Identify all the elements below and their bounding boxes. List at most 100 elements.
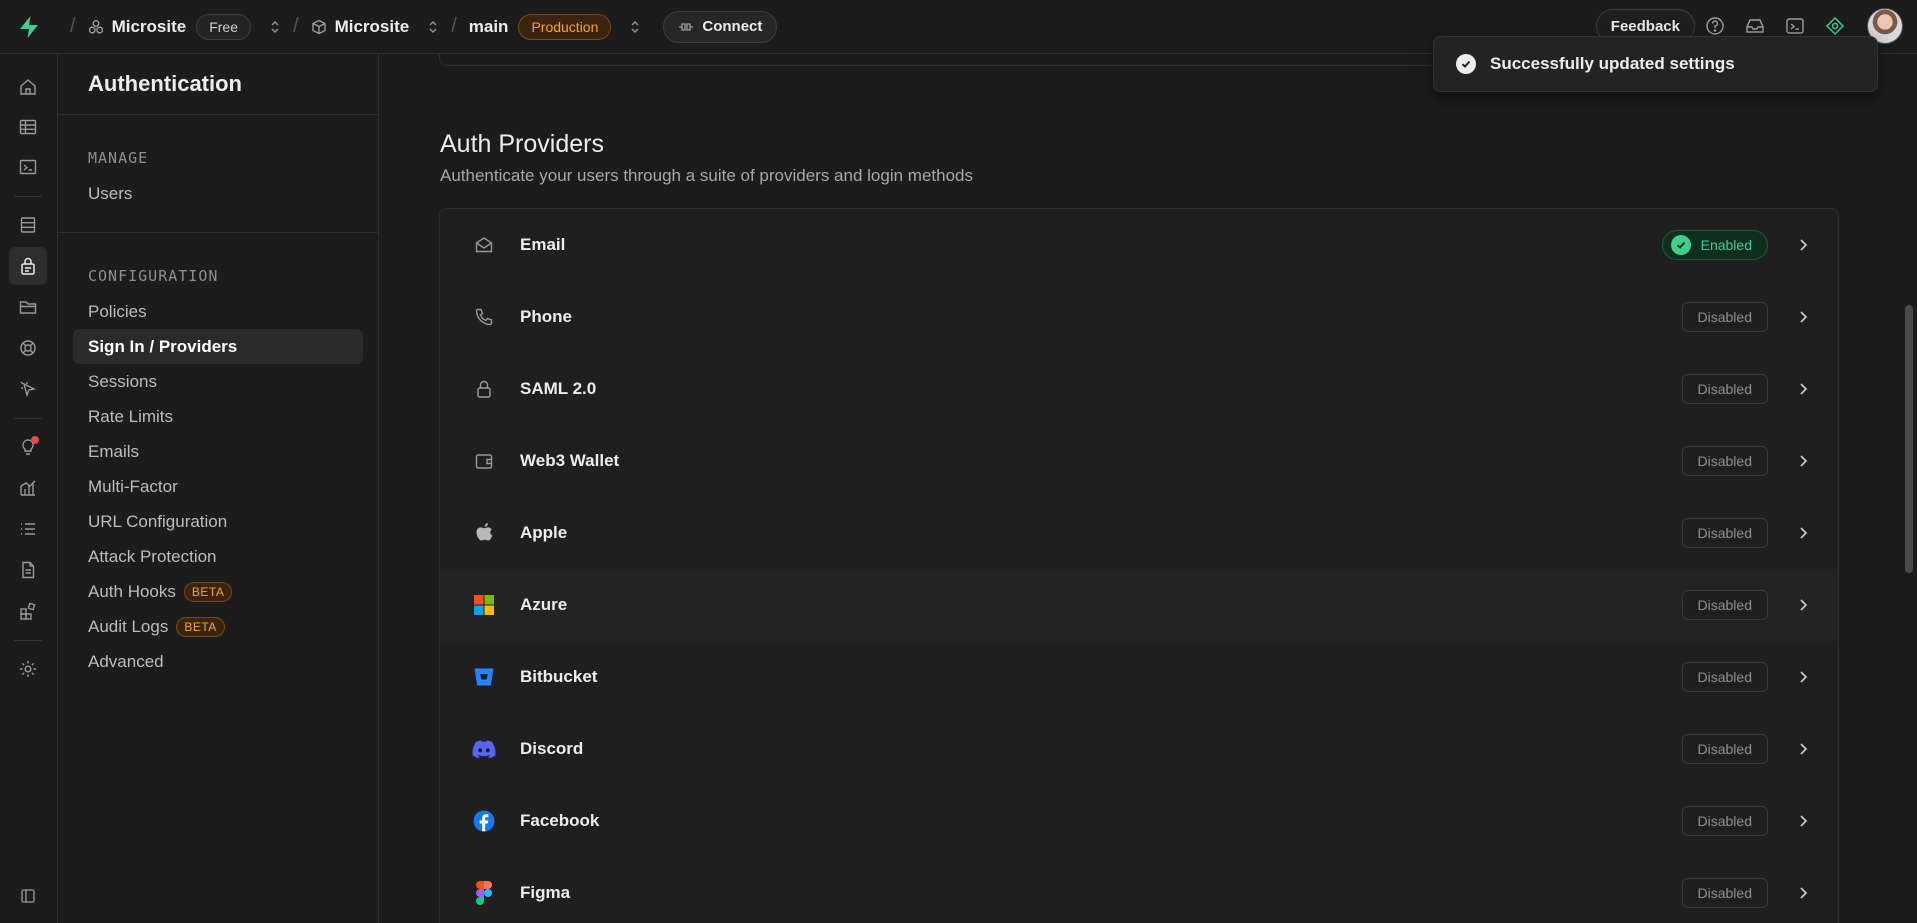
status-badge: Disabled (1681, 446, 1768, 476)
provider-name: Email (520, 235, 566, 254)
chevron-right-icon[interactable] (1798, 814, 1808, 828)
breadcrumb-separator: / (451, 15, 457, 37)
sidebar-item-users[interactable]: Users (73, 176, 363, 211)
chevron-right-icon[interactable] (1798, 598, 1808, 612)
chevron-right-icon[interactable] (1798, 886, 1808, 900)
sidebar-item-attack-protection[interactable]: Attack Protection (73, 539, 363, 574)
provider-name: Figma (520, 883, 571, 902)
scrollbar-thumb[interactable] (1905, 305, 1913, 573)
connect-button[interactable]: Connect (663, 10, 778, 43)
sidebar-item-advanced[interactable]: Advanced (73, 644, 363, 679)
sidebar-item-rate-limits[interactable]: Rate Limits (73, 399, 363, 434)
logs-icon[interactable] (9, 510, 47, 548)
provider-row-azure[interactable]: Azure Disabled (440, 569, 1838, 641)
breadcrumb-separator: / (293, 15, 299, 37)
provider-name: Phone (520, 307, 572, 326)
provider-name: Apple (520, 523, 568, 542)
status-badge: Enabled (1661, 230, 1768, 260)
chevron-right-icon[interactable] (1798, 310, 1808, 324)
provider-name: SAML 2.0 (520, 379, 597, 398)
provider-row-apple[interactable]: Apple Disabled (440, 497, 1838, 569)
org-name: Microsite (111, 16, 187, 36)
authentication-icon[interactable] (9, 247, 47, 285)
toast-message: Successfully updated settings (1490, 54, 1735, 73)
lock-icon (468, 373, 500, 405)
chevron-right-icon[interactable] (1798, 382, 1808, 396)
breadcrumb-separator: / (70, 15, 76, 37)
realtime-icon[interactable] (9, 329, 47, 367)
mail-icon (468, 229, 500, 261)
provider-row-bitbucket[interactable]: Bitbucket Disabled (440, 641, 1838, 713)
project-selector[interactable]: Microsite (311, 17, 440, 37)
storage-icon[interactable] (9, 288, 47, 326)
chevron-right-icon[interactable] (1798, 670, 1808, 684)
reports-icon[interactable] (9, 469, 47, 507)
phone-icon (468, 301, 500, 333)
sidebar-item-auth-hooks[interactable]: Auth Hooks BETA (73, 574, 363, 609)
provider-row-email[interactable]: Email Enabled (440, 209, 1838, 281)
provider-name: Bitbucket (520, 667, 598, 686)
plan-badge: Free (196, 13, 251, 40)
rail-divider (14, 640, 42, 641)
page-title: Auth Providers (440, 130, 604, 158)
home-icon[interactable] (9, 68, 47, 106)
provider-name: Discord (520, 739, 584, 758)
sidebar-item-audit-logs[interactable]: Audit Logs BETA (73, 609, 363, 644)
sql-editor-icon[interactable] (9, 148, 47, 186)
provider-row-facebook[interactable]: Facebook Disabled (440, 785, 1838, 857)
chevron-right-icon[interactable] (1798, 742, 1808, 756)
connect-label: Connect (702, 18, 763, 35)
api-docs-icon[interactable] (9, 551, 47, 589)
chevron-right-icon[interactable] (1798, 454, 1808, 468)
sidebar-item-sign-in-providers[interactable]: Sign In / Providers (73, 329, 363, 364)
org-chevron-updown-icon[interactable] (269, 19, 281, 35)
apple-icon (468, 517, 500, 549)
provider-row-phone[interactable]: Phone Disabled (440, 281, 1838, 353)
chevron-right-icon[interactable] (1798, 526, 1808, 540)
advisors-icon[interactable] (9, 428, 47, 466)
sidebar-item-sessions[interactable]: Sessions (73, 364, 363, 399)
icon-rail (0, 54, 58, 923)
environment-badge: Production (518, 13, 612, 40)
status-badge: Disabled (1681, 662, 1768, 692)
providers-list: Email Enabled Phone Disabled SAML 2.0 Di… (439, 208, 1839, 923)
collapse-sidebar-icon[interactable] (9, 877, 47, 915)
beta-badge: BETA (176, 616, 225, 637)
page-subtitle: Authenticate your users through a suite … (440, 166, 973, 185)
discord-icon (468, 733, 500, 765)
sidebar-item-label: Audit Logs (88, 616, 169, 636)
beta-badge: BETA (183, 581, 233, 602)
org-icon (88, 19, 104, 35)
provider-row-figma[interactable]: Figma Disabled (440, 857, 1838, 923)
branch-selector[interactable]: main Production (469, 13, 642, 40)
branch-chevron-updown-icon[interactable] (629, 19, 641, 35)
provider-row-saml[interactable]: SAML 2.0 Disabled (440, 353, 1838, 425)
chevron-right-icon[interactable] (1798, 238, 1808, 252)
rail-divider (14, 196, 42, 197)
figma-icon (468, 877, 500, 909)
project-chevron-updown-icon[interactable] (427, 19, 439, 35)
integrations-icon[interactable] (9, 592, 47, 630)
table-editor-icon[interactable] (9, 108, 47, 146)
sidebar-item-url-configuration[interactable]: URL Configuration (73, 504, 363, 539)
facebook-icon (468, 805, 500, 837)
section-label-manage: MANAGE (88, 149, 149, 167)
main-content: Auth Providers Authenticate your users t… (380, 54, 1900, 923)
provider-row-discord[interactable]: Discord Disabled (440, 713, 1838, 785)
azure-icon (468, 589, 500, 621)
status-label: Enabled (1700, 237, 1752, 253)
edge-functions-icon[interactable] (9, 370, 47, 408)
provider-name: Azure (520, 595, 568, 614)
notification-dot (31, 436, 39, 444)
sidebar-item-emails[interactable]: Emails (73, 434, 363, 469)
database-icon[interactable] (9, 206, 47, 244)
org-selector[interactable]: Microsite Free (88, 13, 281, 40)
sidebar-item-policies[interactable]: Policies (73, 294, 363, 329)
settings-gear-icon[interactable] (9, 650, 47, 688)
supabase-logo-icon[interactable] (0, 15, 58, 39)
sidebar-item-multi-factor[interactable]: Multi-Factor (73, 469, 363, 504)
provider-name: Web3 Wallet (520, 451, 620, 470)
provider-name: Facebook (520, 811, 600, 830)
status-badge: Disabled (1681, 806, 1768, 836)
provider-row-web3-wallet[interactable]: Web3 Wallet Disabled (440, 425, 1838, 497)
